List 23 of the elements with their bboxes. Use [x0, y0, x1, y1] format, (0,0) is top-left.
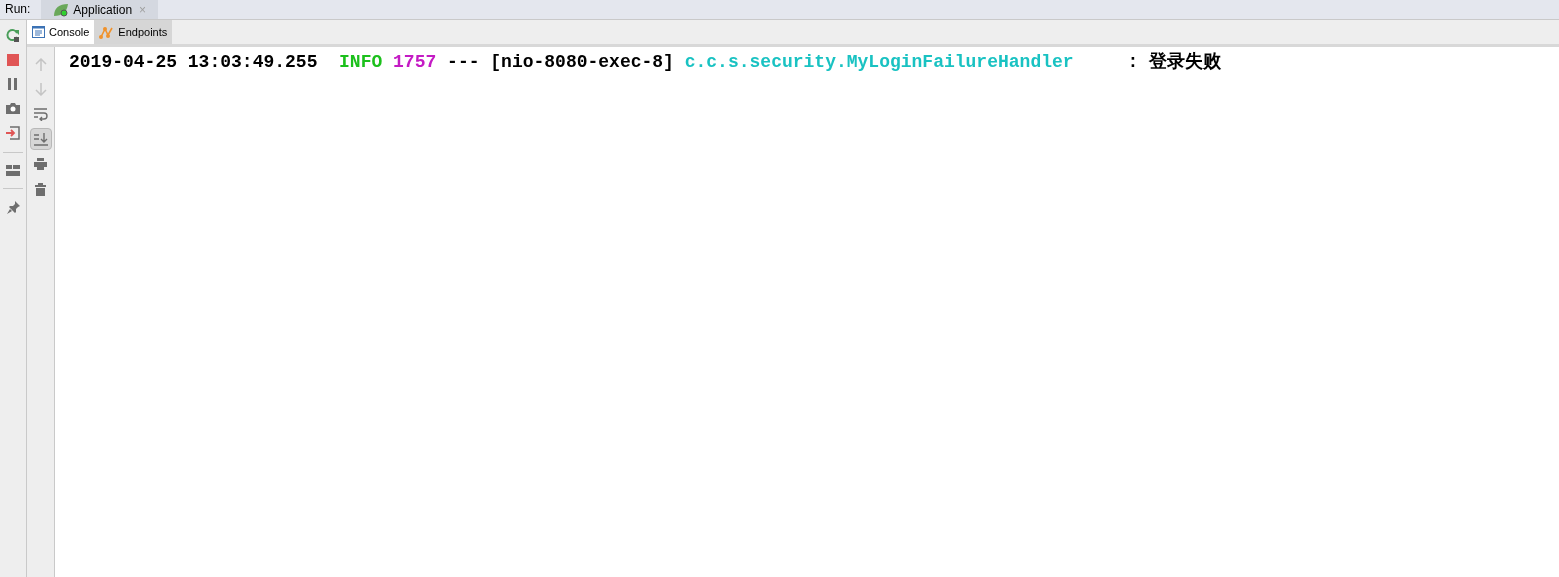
pin-icon[interactable] — [6, 201, 20, 214]
run-tab[interactable]: Application × — [41, 0, 159, 19]
scroll-to-end-button[interactable] — [29, 128, 52, 150]
endpoints-icon — [99, 25, 115, 39]
console-tab[interactable]: Endpoints — [94, 20, 173, 44]
pause-icon[interactable] — [8, 78, 18, 90]
exit-icon[interactable] — [6, 126, 20, 140]
layout-icon[interactable] — [6, 165, 20, 176]
tab-label: Endpoints — [118, 24, 168, 40]
up-arrow-icon — [34, 57, 47, 71]
tab-label: Console — [49, 24, 90, 40]
tab-title: Application — [73, 1, 133, 19]
camera-icon[interactable] — [6, 102, 20, 114]
run-label: Run: — [4, 1, 32, 18]
print-icon — [34, 158, 47, 170]
soft-wrap-icon — [33, 107, 48, 121]
console-tab[interactable]: Console — [27, 20, 95, 44]
console-icon — [32, 26, 45, 38]
log-line: 2019-04-25 13:03:49.255 INFO 1757 --- [nio-8080-exec-8] c.c.s.security.MyLoginFailureHandler : 登录失败 — [69, 51, 1223, 74]
leaf-icon — [53, 2, 70, 17]
down-arrow-icon — [34, 82, 47, 96]
trash-icon — [35, 182, 46, 196]
rerun-icon[interactable] — [6, 28, 20, 42]
